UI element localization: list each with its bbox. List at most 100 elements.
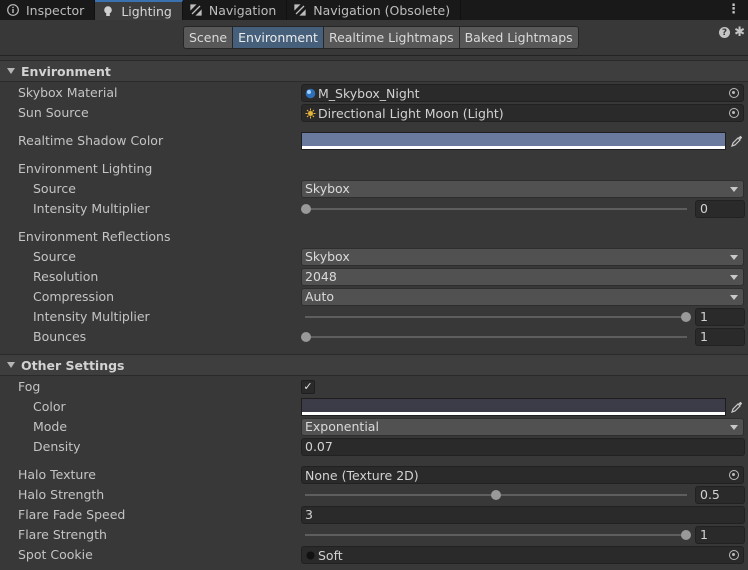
fog-color-row: Color xyxy=(0,397,748,417)
field-label: Spot Cookie xyxy=(18,547,93,562)
field-label: Intensity Multiplier xyxy=(33,309,150,324)
object-picker-icon[interactable] xyxy=(729,88,739,98)
tab-label: Navigation xyxy=(208,2,277,18)
dropdown-value: Exponential xyxy=(305,419,379,434)
fog-row: Fog ✓ xyxy=(0,377,748,397)
scene-button[interactable]: Scene xyxy=(183,26,234,49)
eyedropper-icon[interactable] xyxy=(729,399,745,415)
field-label: Density xyxy=(33,439,81,454)
object-picker-icon[interactable] xyxy=(729,550,739,560)
help-icon[interactable]: ? xyxy=(719,27,730,38)
section-title: Other Settings xyxy=(21,357,125,373)
light-icon xyxy=(305,108,316,119)
field-label: Intensity Multiplier xyxy=(33,201,150,216)
tab-label: Navigation (Obsolete) xyxy=(313,2,451,18)
flare-strength-row: Flare Strength 1 xyxy=(0,525,748,545)
fog-color-field[interactable] xyxy=(301,398,726,416)
environment-button[interactable]: Environment xyxy=(232,26,324,49)
gear-icon[interactable]: ✱ xyxy=(734,25,745,40)
tab-inspector[interactable]: Inspector xyxy=(0,0,96,20)
navigation-icon xyxy=(189,3,203,17)
section-title: Environment xyxy=(21,63,111,79)
slider-handle[interactable] xyxy=(491,490,501,500)
field-label: Resolution xyxy=(33,269,99,284)
fog-mode-dropdown[interactable]: Exponential xyxy=(301,418,744,436)
object-picker-icon[interactable] xyxy=(729,470,739,480)
tab-navigation-obsolete[interactable]: Navigation (Obsolete) xyxy=(287,0,462,20)
halo-strength-input[interactable]: 0.5 xyxy=(695,486,745,504)
halo-texture-field[interactable]: None (Texture 2D) xyxy=(301,466,744,484)
tab-navigation[interactable]: Navigation xyxy=(183,0,288,20)
chevron-down-icon xyxy=(730,295,738,300)
lightbulb-icon xyxy=(101,4,115,18)
field-label: Sun Source xyxy=(18,105,89,120)
lighting-intensity-slider[interactable] xyxy=(301,200,691,218)
slider-handle[interactable] xyxy=(681,530,691,540)
fog-mode-row: Mode Exponential xyxy=(0,417,748,437)
chevron-down-icon xyxy=(730,275,738,280)
field-value: None (Texture 2D) xyxy=(305,467,419,483)
slider-track xyxy=(305,534,687,536)
spot-cookie-row: Spot Cookie Soft xyxy=(0,545,748,565)
reflection-bounces-input[interactable]: 1 xyxy=(695,328,745,346)
tab-label: Lighting xyxy=(121,3,172,19)
foldout-icon xyxy=(7,68,15,74)
lighting-toolbar: Scene Environment Realtime Lightmaps Bak… xyxy=(0,20,748,56)
other-settings-section-header[interactable]: Other Settings xyxy=(0,354,748,376)
field-label: Mode xyxy=(33,419,68,434)
halo-texture-row: Halo Texture None (Texture 2D) xyxy=(0,465,748,485)
reflection-intensity-slider[interactable] xyxy=(301,308,691,326)
reflection-intensity-input[interactable]: 1 xyxy=(695,308,745,326)
flare-fade-speed-input[interactable]: 3 xyxy=(301,506,745,524)
fog-density-input[interactable]: 0.07 xyxy=(301,438,745,456)
object-picker-icon[interactable] xyxy=(729,108,739,118)
field-value: Soft xyxy=(318,547,343,563)
reflection-bounces-slider[interactable] xyxy=(301,328,691,346)
lighting-intensity-row: Intensity Multiplier 0 xyxy=(0,199,748,219)
chevron-down-icon xyxy=(730,255,738,260)
halo-strength-slider[interactable] xyxy=(301,486,691,504)
lighting-intensity-input[interactable]: 0 xyxy=(695,200,745,218)
reflection-resolution-dropdown[interactable]: 2048 xyxy=(301,268,744,286)
tab-lighting[interactable]: Lighting xyxy=(95,0,183,20)
slider-track xyxy=(305,208,687,210)
fog-checkbox[interactable]: ✓ xyxy=(301,380,315,394)
lighting-mode-switch: Scene Environment Realtime Lightmaps Bak… xyxy=(183,26,579,49)
chevron-down-icon xyxy=(730,425,738,430)
environment-section-header[interactable]: Environment xyxy=(0,60,748,82)
info-icon xyxy=(6,3,20,17)
field-value: Directional Light Moon (Light) xyxy=(318,105,504,121)
field-label: Compression xyxy=(33,289,115,304)
color-swatch xyxy=(302,133,725,146)
eyedropper-icon[interactable] xyxy=(729,133,745,149)
flare-strength-slider[interactable] xyxy=(301,526,691,544)
shadow-color-field[interactable] xyxy=(301,132,726,150)
foldout-icon xyxy=(7,362,15,368)
field-label: Source xyxy=(33,181,76,196)
alpha-bar xyxy=(302,146,725,149)
reflection-compression-dropdown[interactable]: Auto xyxy=(301,288,744,306)
lighting-source-dropdown[interactable]: Skybox xyxy=(301,180,744,198)
more-options-icon[interactable]: ⋮ xyxy=(727,2,740,17)
field-label: Bounces xyxy=(33,329,87,344)
reflection-resolution-row: Resolution 2048 xyxy=(0,267,748,287)
field-label: Flare Fade Speed xyxy=(18,507,126,522)
alpha-bar xyxy=(302,412,725,415)
spot-cookie-field[interactable]: Soft xyxy=(301,546,744,564)
field-label: Fog xyxy=(18,379,41,394)
environment-lighting-row: Environment Lighting xyxy=(0,159,748,179)
realtime-lightmaps-button[interactable]: Realtime Lightmaps xyxy=(322,26,460,49)
flare-strength-input[interactable]: 1 xyxy=(695,526,745,544)
baked-lightmaps-button[interactable]: Baked Lightmaps xyxy=(458,26,579,49)
slider-handle[interactable] xyxy=(301,204,311,214)
field-label: Source xyxy=(33,249,76,264)
sun-source-field[interactable]: Directional Light Moon (Light) xyxy=(301,104,744,122)
slider-handle[interactable] xyxy=(681,312,691,322)
field-label: Skybox Material xyxy=(18,85,118,100)
reflection-source-dropdown[interactable]: Skybox xyxy=(301,248,744,266)
slider-handle[interactable] xyxy=(301,332,311,342)
skybox-material-field[interactable]: M_Skybox_Night xyxy=(301,84,744,102)
fog-density-row: Density 0.07 xyxy=(0,437,748,457)
group-label: Environment Reflections xyxy=(18,229,171,244)
texture-icon xyxy=(305,550,316,561)
